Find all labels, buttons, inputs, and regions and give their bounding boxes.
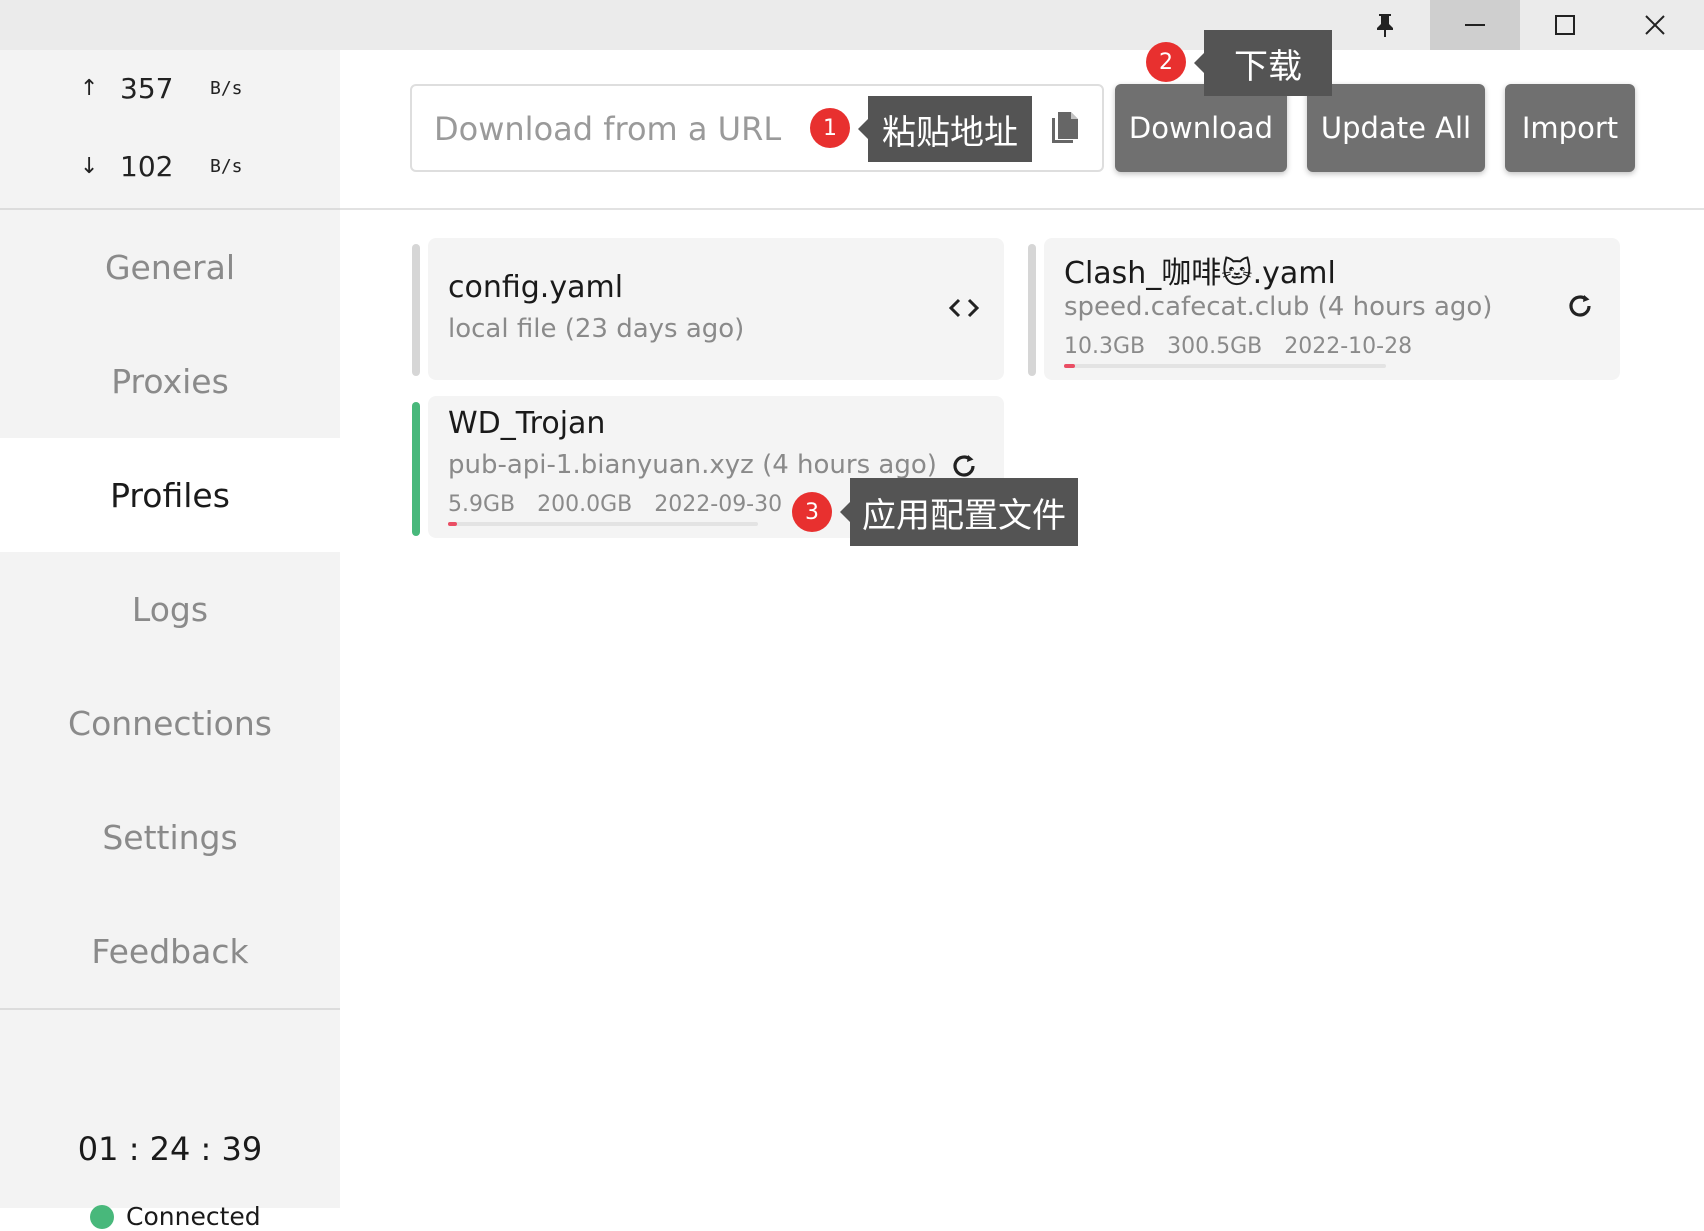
- pin-icon[interactable]: [1340, 0, 1430, 50]
- nav-item-proxies[interactable]: Proxies: [0, 324, 340, 438]
- nav-item-feedback[interactable]: Feedback: [0, 894, 340, 1008]
- divider: [340, 208, 1704, 210]
- nav-item-logs[interactable]: Logs: [0, 552, 340, 666]
- profile-name: WD_Trojan: [448, 406, 606, 441]
- profile-meta: speed.cafecat.club (4 hours ago): [1064, 292, 1493, 322]
- upload-value: 357: [120, 72, 174, 105]
- download-unit: B/s: [210, 156, 243, 177]
- annotation-tooltip-1: 粘贴地址: [858, 96, 1032, 162]
- paste-icon[interactable]: [1044, 108, 1084, 148]
- status-label: Connected: [126, 1202, 261, 1231]
- code-icon[interactable]: [946, 290, 982, 326]
- usage-bar: [1064, 364, 1386, 368]
- close-icon[interactable]: [1610, 0, 1700, 50]
- nav-item-settings[interactable]: Settings: [0, 780, 340, 894]
- usage-bar-fill: [1064, 364, 1075, 368]
- card-indicator: [1028, 244, 1036, 376]
- card-selected-indicator: [412, 402, 420, 536]
- profile-used: 5.9GB: [448, 492, 516, 517]
- annotation-badge-1: 1: [810, 108, 850, 148]
- profile-meta: pub-api-1.bianyuan.xyz (4 hours ago): [448, 450, 937, 480]
- upload-arrow-icon: ↑: [80, 76, 99, 101]
- maximize-icon[interactable]: [1520, 0, 1610, 50]
- uptime-timer: 01 : 24 : 39: [77, 1130, 263, 1168]
- divider: [0, 1008, 340, 1010]
- status-dot-icon: [90, 1204, 114, 1229]
- profile-card-clash[interactable]: Clash_咖啡🐱.yaml speed.cafecat.club (4 hou…: [1044, 238, 1620, 380]
- download-value: 102: [120, 150, 174, 183]
- url-input[interactable]: [432, 86, 816, 172]
- traffic-panel: ↑ 357 B/s ↓ 102 B/s: [0, 50, 340, 208]
- nav-item-general[interactable]: General: [0, 210, 340, 324]
- profile-meta: local file (23 days ago): [448, 314, 745, 344]
- download-speed: ↓ 102 B/s: [80, 150, 243, 183]
- annotation-badge-3: 3: [792, 492, 832, 532]
- upload-unit: B/s: [210, 78, 243, 99]
- update-all-button[interactable]: Update All: [1307, 84, 1485, 172]
- profile-total: 200.0GB: [537, 492, 633, 517]
- profile-total: 300.5GB: [1167, 334, 1263, 359]
- annotation-badge-2: 2: [1146, 42, 1186, 82]
- download-button[interactable]: Download: [1115, 84, 1287, 172]
- annotation-tooltip-3: 应用配置文件: [840, 478, 1078, 546]
- profile-stats: 10.3GB 300.5GB 2022-10-28: [1064, 334, 1412, 359]
- usage-bar-fill: [448, 522, 458, 526]
- import-button[interactable]: Import: [1505, 84, 1635, 172]
- profile-card-config[interactable]: config.yaml local file (23 days ago): [428, 238, 1004, 380]
- annotation-tooltip-2: 下载: [1194, 30, 1332, 96]
- sidebar: ↑ 357 B/s ↓ 102 B/s General Proxies Prof…: [0, 50, 340, 1231]
- profile-name: config.yaml: [448, 270, 624, 305]
- profile-expire: 2022-10-28: [1284, 334, 1413, 359]
- usage-bar: [448, 522, 758, 526]
- profile-stats: 5.9GB 200.0GB 2022-09-30: [448, 492, 782, 517]
- refresh-icon[interactable]: [1562, 288, 1598, 324]
- nav-item-profiles[interactable]: Profiles: [0, 438, 340, 552]
- title-bar: [0, 0, 1704, 50]
- profile-used: 10.3GB: [1064, 334, 1146, 359]
- connection-status: Connected: [90, 1202, 261, 1231]
- card-indicator: [412, 244, 420, 376]
- profile-name: Clash_咖啡🐱.yaml: [1064, 256, 1336, 291]
- upload-speed: ↑ 357 B/s: [80, 72, 243, 105]
- profile-expire: 2022-09-30: [654, 492, 783, 517]
- minimize-icon[interactable]: [1430, 0, 1520, 50]
- download-arrow-icon: ↓: [80, 154, 99, 179]
- nav-item-connections[interactable]: Connections: [0, 666, 340, 780]
